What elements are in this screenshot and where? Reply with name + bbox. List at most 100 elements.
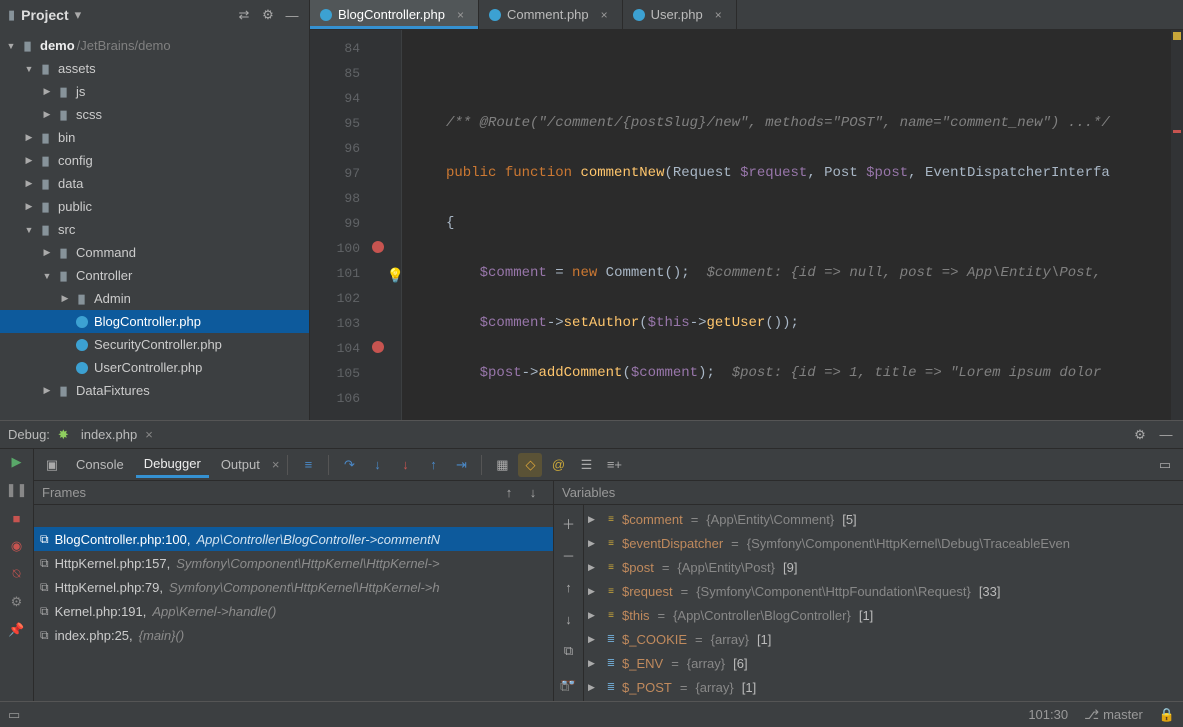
variable-row[interactable]: ▶$eventDispatcher={Symfony\Component\Htt…	[584, 531, 1183, 555]
gutter-line[interactable]: 98	[310, 186, 360, 211]
chevron-icon[interactable]: ▶	[40, 86, 54, 97]
vars-list[interactable]: ▶$comment={App\Entity\Comment}[5]▶$event…	[584, 505, 1183, 701]
chevron-icon[interactable]: ▼	[40, 271, 54, 281]
down-var-icon[interactable]: ↓	[557, 607, 581, 631]
gutter-line[interactable]: 95	[310, 111, 360, 136]
frame-row[interactable]: BlogController.php:100, App\Controller\B…	[34, 527, 553, 551]
chevron-icon[interactable]: ▶	[58, 293, 72, 304]
frame-up-icon[interactable]: ↑	[497, 481, 521, 505]
list-icon[interactable]: ☰	[574, 453, 598, 477]
chevron-icon[interactable]: ▶	[22, 201, 36, 212]
gutter-line[interactable]: 99	[310, 211, 360, 236]
add-watch-icon[interactable]: ≡+	[602, 453, 626, 477]
tree-node[interactable]: SecurityController.php	[0, 333, 309, 356]
editor-tab[interactable]: Comment.php×	[479, 0, 623, 29]
variable-row[interactable]: ▶$_ENV={array}[6]	[584, 651, 1183, 675]
up-var-icon[interactable]: ↑	[557, 575, 581, 599]
step-into-icon[interactable]: ↓	[365, 453, 389, 477]
frame-row[interactable]: Kernel.php:191, App\Kernel->handle()	[34, 599, 553, 623]
settings-button[interactable]: ⚙	[8, 593, 26, 611]
frame-row[interactable]: HttpKernel.php:157, Symfony\Component\Ht…	[34, 551, 553, 575]
pause-button[interactable]: ❚❚	[8, 481, 26, 499]
chevron-icon[interactable]: ▶	[22, 155, 36, 166]
chevron-icon[interactable]: ▶	[22, 178, 36, 189]
code-area[interactable]: /** @Route("/comment/{postSlug}/new", me…	[402, 30, 1171, 420]
gutter-line[interactable]: 100	[310, 236, 360, 261]
intention-bulb-icon[interactable]: 💡	[387, 265, 404, 290]
tree-node[interactable]: ▶bin	[0, 126, 309, 149]
tree-node[interactable]: BlogController.php	[0, 310, 309, 333]
editor-tab[interactable]: BlogController.php×	[310, 0, 479, 29]
frame-row[interactable]: index.php:25, {main}()	[34, 623, 553, 647]
tree-node[interactable]: ▶scss	[0, 103, 309, 126]
layout-icon[interactable]: ▭	[1153, 453, 1177, 477]
frame-down-icon[interactable]: ↓	[521, 481, 545, 505]
close-icon[interactable]: ×	[715, 8, 722, 22]
chevron-right-icon[interactable]: ▶	[588, 538, 600, 549]
close-icon[interactable]: ×	[457, 8, 464, 22]
project-tree[interactable]: ▼ demo /JetBrains/demo ▼assets▶js▶scss▶b…	[0, 30, 309, 420]
tree-node[interactable]: ▼Controller	[0, 264, 309, 287]
chevron-icon[interactable]: ▶	[40, 247, 54, 258]
debug-session-close-icon[interactable]: ×	[145, 427, 153, 442]
chevron-icon[interactable]: ▼	[22, 225, 36, 235]
tree-node[interactable]: ▶Command	[0, 241, 309, 264]
warning-marker[interactable]	[1173, 32, 1181, 40]
gutter-line[interactable]: 102	[310, 286, 360, 311]
at-icon[interactable]: @	[546, 453, 570, 477]
gutter-line[interactable]: 103	[310, 311, 360, 336]
debug-session-name[interactable]: index.php	[81, 427, 137, 442]
breakpoint-icon[interactable]	[372, 341, 384, 353]
git-branch[interactable]: ⎇ master	[1084, 707, 1143, 723]
hide-icon[interactable]: —	[283, 6, 301, 24]
view-breakpoints-button[interactable]: ◉	[8, 537, 26, 555]
stop-button[interactable]: ■	[8, 509, 26, 527]
gutter-line[interactable]: 94	[310, 86, 360, 111]
gutter-line[interactable]: 105	[310, 361, 360, 386]
gutter-line[interactable]: 97	[310, 161, 360, 186]
chevron-right-icon[interactable]: ▶	[588, 562, 600, 573]
tree-node[interactable]: ▶js	[0, 80, 309, 103]
frame-row[interactable]: HttpKernel.php:79, Symfony\Component\Htt…	[34, 575, 553, 599]
close-icon[interactable]: ×	[601, 8, 608, 22]
tab-output[interactable]: Output	[213, 453, 268, 476]
step-over-icon[interactable]: ↷	[337, 453, 361, 477]
tab-debugger[interactable]: Debugger	[136, 452, 209, 478]
output-close-icon[interactable]: ×	[272, 457, 280, 472]
link-icon[interactable]: ⧉	[560, 679, 569, 695]
threads-icon[interactable]: ▣	[40, 453, 64, 477]
variable-row[interactable]: ▶$_POST={array}[1]	[584, 675, 1183, 699]
tab-console[interactable]: Console	[68, 453, 132, 476]
breakpoint-icon[interactable]	[372, 241, 384, 253]
lock-icon[interactable]: 🔒	[1159, 707, 1175, 723]
chevron-right-icon[interactable]: ▶	[588, 610, 600, 621]
status-menu-icon[interactable]: ▭	[8, 707, 20, 723]
tree-node[interactable]: UserController.php	[0, 356, 309, 379]
resume-button[interactable]: ▶	[8, 453, 26, 471]
trace-icon[interactable]: ◇	[518, 453, 542, 477]
scroll-from-source-icon[interactable]: ⇄	[235, 6, 253, 24]
frames-list[interactable]: BlogController.php:100, App\Controller\B…	[34, 505, 553, 701]
gutter[interactable]: 8485949596979899100101💡102103104105106	[310, 30, 390, 420]
remove-var-icon[interactable]: －	[557, 543, 581, 567]
tree-node[interactable]: ▶config	[0, 149, 309, 172]
copy-var-icon[interactable]: ⧉	[557, 639, 581, 663]
gutter-line[interactable]: 106	[310, 386, 360, 411]
gutter-line[interactable]: 96	[310, 136, 360, 161]
project-dropdown-icon[interactable]: ▾	[75, 7, 82, 23]
chevron-icon[interactable]: ▼	[22, 64, 36, 74]
error-marker[interactable]	[1173, 130, 1181, 133]
chevron-icon[interactable]: ▶	[40, 385, 54, 396]
pin-button[interactable]: 📌	[8, 621, 26, 639]
debug-hide-icon[interactable]: —	[1157, 426, 1175, 444]
tree-root[interactable]: ▼ demo /JetBrains/demo	[0, 34, 309, 57]
tree-node[interactable]: ▼assets	[0, 57, 309, 80]
gear-icon[interactable]: ⚙	[259, 6, 277, 24]
show-execution-point-icon[interactable]: ≡	[296, 453, 320, 477]
chevron-right-icon[interactable]: ▶	[588, 586, 600, 597]
gutter-line[interactable]: 85	[310, 61, 360, 86]
step-out-icon[interactable]: ↑	[421, 453, 445, 477]
variable-row[interactable]: ▶$post={App\Entity\Post}[9]	[584, 555, 1183, 579]
variable-row[interactable]: ▶$comment={App\Entity\Comment}[5]	[584, 507, 1183, 531]
editor-body[interactable]: 8485949596979899100101💡102103104105106 /…	[310, 30, 1183, 420]
